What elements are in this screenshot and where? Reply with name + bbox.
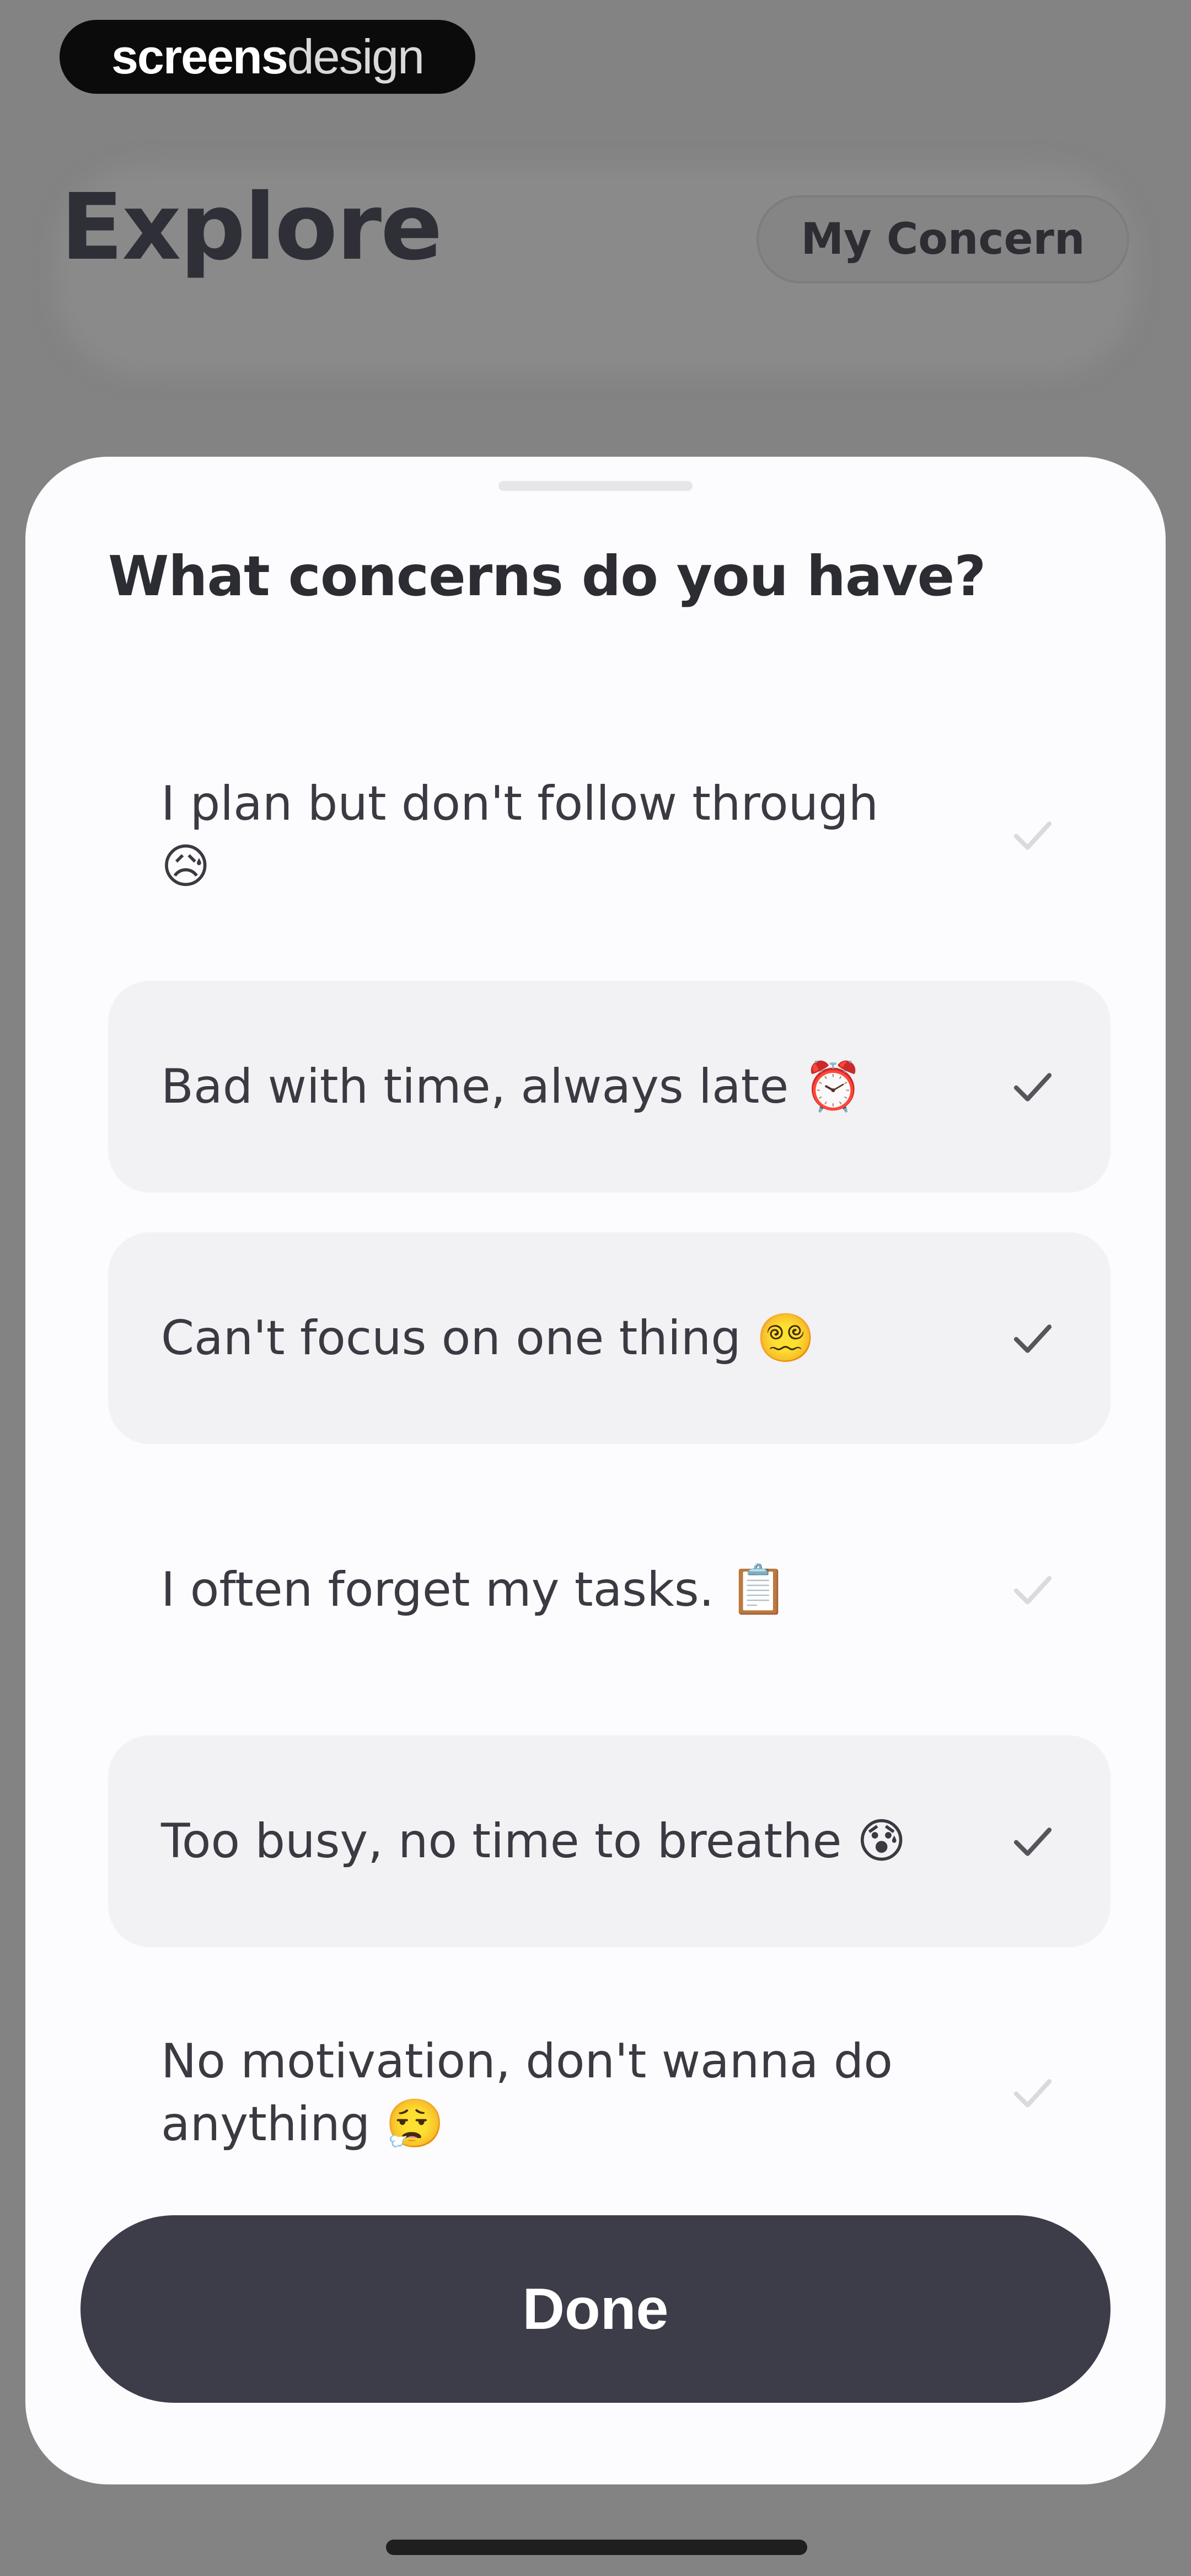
concern-option[interactable]: Can't focus on one thing 😵‍💫 <box>108 1232 1110 1444</box>
concern-option-label: Can't focus on one thing 😵‍💫 <box>161 1311 816 1366</box>
done-button[interactable]: Done <box>81 2215 1110 2403</box>
concern-option[interactable]: Bad with time, always late ⏰ <box>108 981 1110 1193</box>
sheet-title: What concerns do you have? <box>108 544 986 608</box>
concern-option-label: Too busy, no time to breathe 😰 <box>161 1814 906 1869</box>
checkmark-icon <box>1008 1313 1058 1363</box>
checkmark-icon <box>1008 1565 1058 1615</box>
concern-option[interactable]: Too busy, no time to breathe 😰 <box>108 1735 1110 1947</box>
concern-option-label: I often forget my tasks. 📋 <box>161 1562 788 1617</box>
concern-option-label: No motivation, don't wanna do anything 😮… <box>161 2034 893 2152</box>
checkmark-icon <box>1008 2068 1058 2118</box>
concern-option[interactable]: No motivation, don't wanna do anything 😮… <box>108 1987 1110 2199</box>
concern-option-label: Bad with time, always late ⏰ <box>161 1059 863 1114</box>
badge-text-primary: screens <box>111 29 288 84</box>
done-button-label: Done <box>522 2276 669 2342</box>
my-concern-button[interactable]: My Concern <box>757 195 1129 284</box>
screensdesign-badge: screens design <box>60 20 475 94</box>
concern-option-label: I plan but don't follow through 😥 <box>161 776 879 894</box>
concern-option[interactable]: I plan but don't follow through 😥 <box>108 729 1110 941</box>
concern-option[interactable]: I often forget my tasks. 📋 <box>108 1484 1110 1696</box>
checkmark-icon <box>1008 810 1058 860</box>
concerns-bottom-sheet: What concerns do you have? I plan but do… <box>25 457 1166 2484</box>
checkmark-icon <box>1008 1062 1058 1111</box>
page-title: Explore <box>61 174 443 281</box>
sheet-grabber-handle[interactable] <box>498 481 693 491</box>
badge-text-secondary: design <box>287 29 425 84</box>
checkmark-icon <box>1008 1816 1058 1866</box>
home-indicator[interactable] <box>386 2540 807 2555</box>
